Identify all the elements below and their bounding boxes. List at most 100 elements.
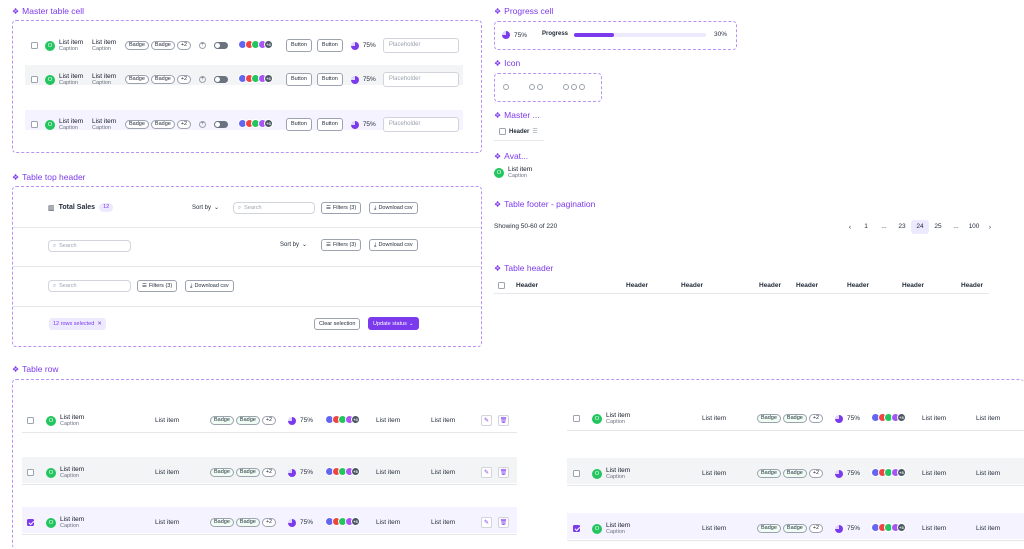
table-row[interactable]: O List item Caption List item Badge Badge +2 75… [27,466,509,479]
table-row[interactable]: O List item Caption List item Badge Badge +2 75… [573,412,1024,425]
add-circle-icon[interactable]: + [199,76,206,83]
badge-more: +2 [261,416,277,426]
search-input[interactable]: ⌕ Search [48,240,131,252]
list-item-text: List item [922,470,947,478]
download-csv-button[interactable]: ⤓ Download csv [369,202,418,214]
column-header[interactable]: Header [626,282,648,289]
master-cell-row[interactable]: O List item Caption List item Caption Badge Ba… [31,72,459,87]
row-checkbox[interactable] [27,469,34,477]
next-page-icon[interactable]: › [983,224,997,231]
page-25[interactable]: 25 [929,220,947,234]
page-24[interactable]: 24 [911,220,929,234]
divider [22,484,517,485]
filters-button[interactable]: ☰ Filters (3) [321,239,362,251]
cell-button[interactable]: Button [316,118,343,131]
update-status-button[interactable]: Update status ⌄ [368,317,419,330]
cell-button[interactable]: Button [286,118,312,131]
component-icon: ❖ [494,151,502,161]
filters-button[interactable]: ☰ Filters (3) [321,202,362,214]
circle-icon[interactable] [579,84,585,90]
page-23[interactable]: 23 [893,220,911,234]
column-header[interactable]: Header [681,282,703,289]
download-csv-button[interactable]: ⤓ Download csv [369,239,418,251]
percent-value: 75% [300,519,314,527]
row-checkbox[interactable] [31,42,38,49]
page-100[interactable]: 100 [965,220,983,234]
trash-icon[interactable]: 🗑 [498,467,509,479]
table-row[interactable]: O List item Caption List item Badge Badge +2 75… [573,467,1024,480]
edit-icon[interactable]: ✎ [481,415,492,427]
edit-icon[interactable]: ✎ [481,517,492,529]
column-header[interactable]: Header [902,282,924,289]
circle-icon[interactable] [537,84,543,90]
avatar-group: +3 [238,74,273,83]
component-icon: ❖ [494,58,502,68]
list-item-text: List item [431,417,456,425]
toggle-switch[interactable] [214,76,228,83]
column-header[interactable]: Header [847,282,869,289]
circle-icon[interactable] [571,84,577,90]
filter-icon[interactable]: ☰ [532,128,537,135]
download-csv-button[interactable]: ⤓ Download csv [185,280,234,292]
list-item-text: List item [376,519,401,527]
list-item: List item Caption [59,38,84,53]
row-checkbox[interactable] [31,76,38,83]
edit-icon[interactable]: ✎ [481,467,492,479]
row-checkbox[interactable] [31,121,38,128]
icon-variants [503,84,585,90]
sort-dropdown[interactable]: Sort by ⌄ [280,241,307,249]
trash-icon[interactable]: 🗑 [498,517,509,529]
row-checkbox[interactable] [27,519,34,527]
placeholder-input[interactable]: Placeholder [382,117,459,132]
avatar: +3 [897,523,906,533]
add-circle-icon[interactable]: + [199,121,206,128]
cell-button[interactable]: Button [286,39,312,52]
cell-button[interactable]: Button [286,73,312,86]
component-icon: ❖ [494,199,502,209]
table-row[interactable]: O List item Caption List item Badge Badge +2 75… [27,414,509,427]
sort-dropdown[interactable]: Sort by ⌄ [192,204,219,212]
section-title-footer: ❖ Table footer - pagination [494,199,596,209]
badge: Badge [150,120,175,129]
row-checkbox[interactable] [573,525,580,533]
column-header[interactable]: Header [516,282,538,289]
master-cell-row[interactable]: O List item Caption List item Caption Badge Ba… [31,117,459,132]
placeholder-input[interactable]: Placeholder [382,72,459,87]
circle-icon[interactable] [529,84,535,90]
row-checkbox[interactable] [27,417,34,425]
search-input[interactable]: ⌕ Search [233,202,315,214]
trash-icon[interactable]: 🗑 [498,415,509,427]
search-input[interactable]: ⌕ Search [48,280,131,292]
circle-icon[interactable] [563,84,569,90]
prev-page-icon[interactable]: ‹ [843,224,857,231]
table-row[interactable]: O List item Caption List item Badge Badge +2 75… [573,522,1024,535]
clear-selection-button[interactable]: Clear selection [314,318,361,330]
cell-button[interactable]: Button [316,39,343,52]
badge: Badge [235,468,260,478]
badge: Badge [757,469,781,479]
column-header[interactable]: Header [759,282,781,289]
search-icon: ⌕ [238,204,242,211]
column-header[interactable]: Header [961,282,983,289]
row-checkbox[interactable] [573,415,580,423]
master-header-cell[interactable]: Header ☰ [499,128,538,135]
close-icon[interactable]: ✕ [97,321,102,327]
add-circle-icon[interactable]: + [199,42,206,49]
header-checkbox[interactable] [499,128,506,135]
avatar: +3 [351,467,360,477]
badge-more: +2 [808,524,824,534]
download-icon: ⤓ [374,204,377,211]
row-checkbox[interactable] [573,470,580,478]
placeholder-input[interactable]: Placeholder [382,38,459,53]
divider [13,266,481,267]
select-all-checkbox[interactable] [498,282,505,289]
toggle-switch[interactable] [214,42,228,49]
table-row[interactable]: O List item Caption List item Badge Badge +2 75… [27,516,509,529]
circle-icon[interactable] [503,84,509,90]
filters-button[interactable]: ☰ Filters (3) [137,280,178,292]
master-cell-row[interactable]: O List item Caption List item Caption Badge Ba… [31,38,459,53]
toggle-switch[interactable] [214,121,228,128]
column-header[interactable]: Header [796,282,818,289]
cell-button[interactable]: Button [316,73,343,86]
page-1[interactable]: 1 [857,220,875,234]
